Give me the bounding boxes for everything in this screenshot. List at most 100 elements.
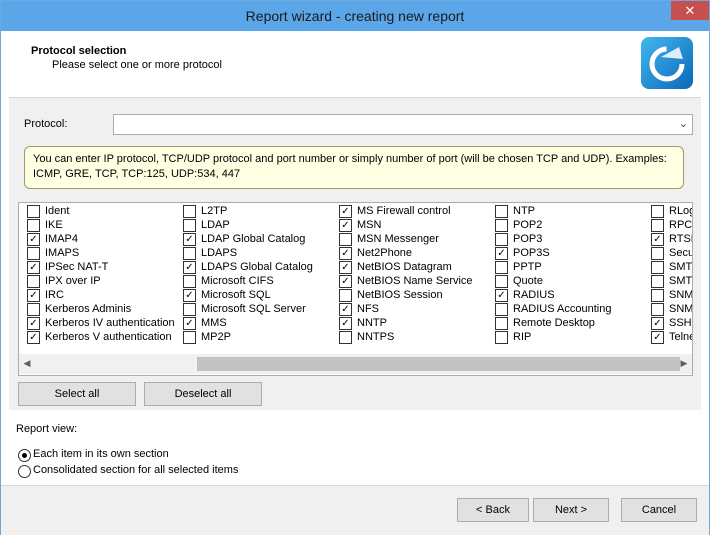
protocol-item-label: MSN Messenger <box>357 233 439 245</box>
select-all-button[interactable]: Select all <box>18 382 136 406</box>
checkbox-checked[interactable]: ✓ <box>651 233 664 246</box>
protocol-item-label: NNTP <box>357 317 387 329</box>
protocol-item-label: Kerberos IV authentication <box>45 317 175 329</box>
checkbox-unchecked[interactable] <box>339 233 352 246</box>
checkbox-checked[interactable]: ✓ <box>183 289 196 302</box>
protocol-item-label: PPTP <box>513 261 542 273</box>
radio-each-item[interactable] <box>18 449 31 462</box>
checkbox-unchecked[interactable] <box>495 303 508 316</box>
protocol-item-label: Net2Phone <box>357 247 413 259</box>
checkbox-checked[interactable]: ✓ <box>27 261 40 274</box>
radio-selected-dot <box>22 453 27 458</box>
radio-consolidated[interactable] <box>18 465 31 478</box>
checkbox-unchecked[interactable] <box>339 289 352 302</box>
protocol-item-label: SMTP <box>669 261 693 273</box>
checkbox-unchecked[interactable] <box>651 219 664 232</box>
protocol-item-label: Telnet <box>669 331 692 343</box>
checkbox-checked[interactable]: ✓ <box>183 233 196 246</box>
checkbox-unchecked[interactable] <box>651 303 664 316</box>
title-bar: Report wizard - creating new report ✕ <box>1 1 709 31</box>
chevron-down-icon[interactable]: ⌄ <box>679 117 688 130</box>
scrollbar-thumb[interactable] <box>197 357 680 371</box>
protocol-combobox[interactable]: ⌄ <box>113 114 693 135</box>
back-button[interactable]: < Back <box>457 498 529 522</box>
page-title: Protocol selection <box>31 45 127 57</box>
cancel-button[interactable]: Cancel <box>621 498 697 522</box>
checkbox-unchecked[interactable] <box>495 219 508 232</box>
protocol-item-label: RTSP <box>669 233 692 245</box>
scroll-right-icon[interactable]: ▶ <box>678 358 690 370</box>
checkbox-checked[interactable]: ✓ <box>339 247 352 260</box>
protocol-item-label: IPSec NAT-T <box>45 261 109 273</box>
protocol-item-label: RADIUS Accounting <box>513 303 612 315</box>
checkbox-checked[interactable]: ✓ <box>27 233 40 246</box>
checkbox-unchecked[interactable] <box>183 331 196 344</box>
checkbox-checked[interactable]: ✓ <box>339 205 352 218</box>
checkbox-unchecked[interactable] <box>183 303 196 316</box>
protocol-item-label: POP3S <box>513 247 550 259</box>
protocol-item-label: Quote <box>513 275 543 287</box>
checkbox-unchecked[interactable] <box>27 275 40 288</box>
checkbox-unchecked[interactable] <box>339 331 352 344</box>
protocol-item-label: IPX over IP <box>45 275 101 287</box>
checkbox-unchecked[interactable] <box>495 233 508 246</box>
protocol-item-label: MP2P <box>201 331 231 343</box>
checkbox-unchecked[interactable] <box>27 205 40 218</box>
close-icon[interactable]: ✕ <box>671 1 709 20</box>
horizontal-scrollbar[interactable]: ◀ ▶ <box>19 354 692 374</box>
protocol-item-label: LDAPS <box>201 247 238 259</box>
checkbox-checked[interactable]: ✓ <box>27 331 40 344</box>
protocol-item-label: LDAPS Global Catalog <box>201 261 313 273</box>
checkbox-checked[interactable]: ✓ <box>651 317 664 330</box>
checkbox-checked[interactable]: ✓ <box>339 303 352 316</box>
protocol-item-label: Remote Desktop <box>513 317 595 329</box>
protocol-item-label: L2TP <box>201 205 228 217</box>
checkbox-unchecked[interactable] <box>495 275 508 288</box>
checkbox-unchecked[interactable] <box>651 247 664 260</box>
protocol-item-label: IRC <box>45 289 64 301</box>
protocol-item-label: LDAP Global Catalog <box>201 233 306 245</box>
checkbox-checked[interactable]: ✓ <box>27 317 40 330</box>
info-box: You can enter IP protocol, TCP/UDP proto… <box>24 146 684 189</box>
checkbox-checked[interactable]: ✓ <box>339 275 352 288</box>
checkbox-unchecked[interactable] <box>651 205 664 218</box>
protocol-label: Protocol: <box>24 118 68 130</box>
checkbox-unchecked[interactable] <box>495 261 508 274</box>
checkbox-unchecked[interactable] <box>27 247 40 260</box>
checkbox-checked[interactable]: ✓ <box>495 247 508 260</box>
checkbox-checked[interactable]: ✓ <box>183 261 196 274</box>
checkbox-checked[interactable]: ✓ <box>339 219 352 232</box>
protocol-item-label: Microsoft SQL <box>201 289 271 301</box>
checkbox-unchecked[interactable] <box>495 317 508 330</box>
next-button[interactable]: Next > <box>533 498 609 522</box>
protocol-item-label: RLogin <box>669 205 692 217</box>
checkbox-unchecked[interactable] <box>495 205 508 218</box>
checkbox-checked[interactable]: ✓ <box>651 331 664 344</box>
checkbox-unchecked[interactable] <box>651 261 664 274</box>
checkbox-checked[interactable]: ✓ <box>339 317 352 330</box>
protocol-item-label: NetBIOS Session <box>357 289 443 301</box>
checkbox-checked[interactable]: ✓ <box>339 261 352 274</box>
checkbox-unchecked[interactable] <box>183 275 196 288</box>
checkbox-unchecked[interactable] <box>651 289 664 302</box>
deselect-all-button[interactable]: Deselect all <box>144 382 262 406</box>
scroll-left-icon[interactable]: ◀ <box>21 358 33 370</box>
page-subtitle: Please select one or more protocol <box>52 59 222 71</box>
footer-bar: < Back Next > Cancel <box>1 485 709 535</box>
checkbox-unchecked[interactable] <box>495 331 508 344</box>
radio-each-item-label[interactable]: Each item in its own section <box>33 448 169 460</box>
protocol-item-label: RPC <box>669 219 693 231</box>
checkbox-unchecked[interactable] <box>651 275 664 288</box>
checkbox-unchecked[interactable] <box>27 219 40 232</box>
protocol-item-label: SecurID <box>669 247 692 259</box>
radio-consolidated-label[interactable]: Consolidated section for all selected it… <box>33 464 238 476</box>
checkbox-unchecked[interactable] <box>183 219 196 232</box>
checkbox-unchecked[interactable] <box>183 205 196 218</box>
protocol-item-label: RADIUS <box>513 289 555 301</box>
checkbox-checked[interactable]: ✓ <box>27 289 40 302</box>
checkbox-unchecked[interactable] <box>27 303 40 316</box>
checkbox-checked[interactable]: ✓ <box>495 289 508 302</box>
protocol-list[interactable]: ✓ Telnet ✓ SSH SNMP Trap SNMP SMTPS SMTP SecurID… <box>18 202 693 376</box>
checkbox-unchecked[interactable] <box>183 247 196 260</box>
checkbox-checked[interactable]: ✓ <box>183 317 196 330</box>
